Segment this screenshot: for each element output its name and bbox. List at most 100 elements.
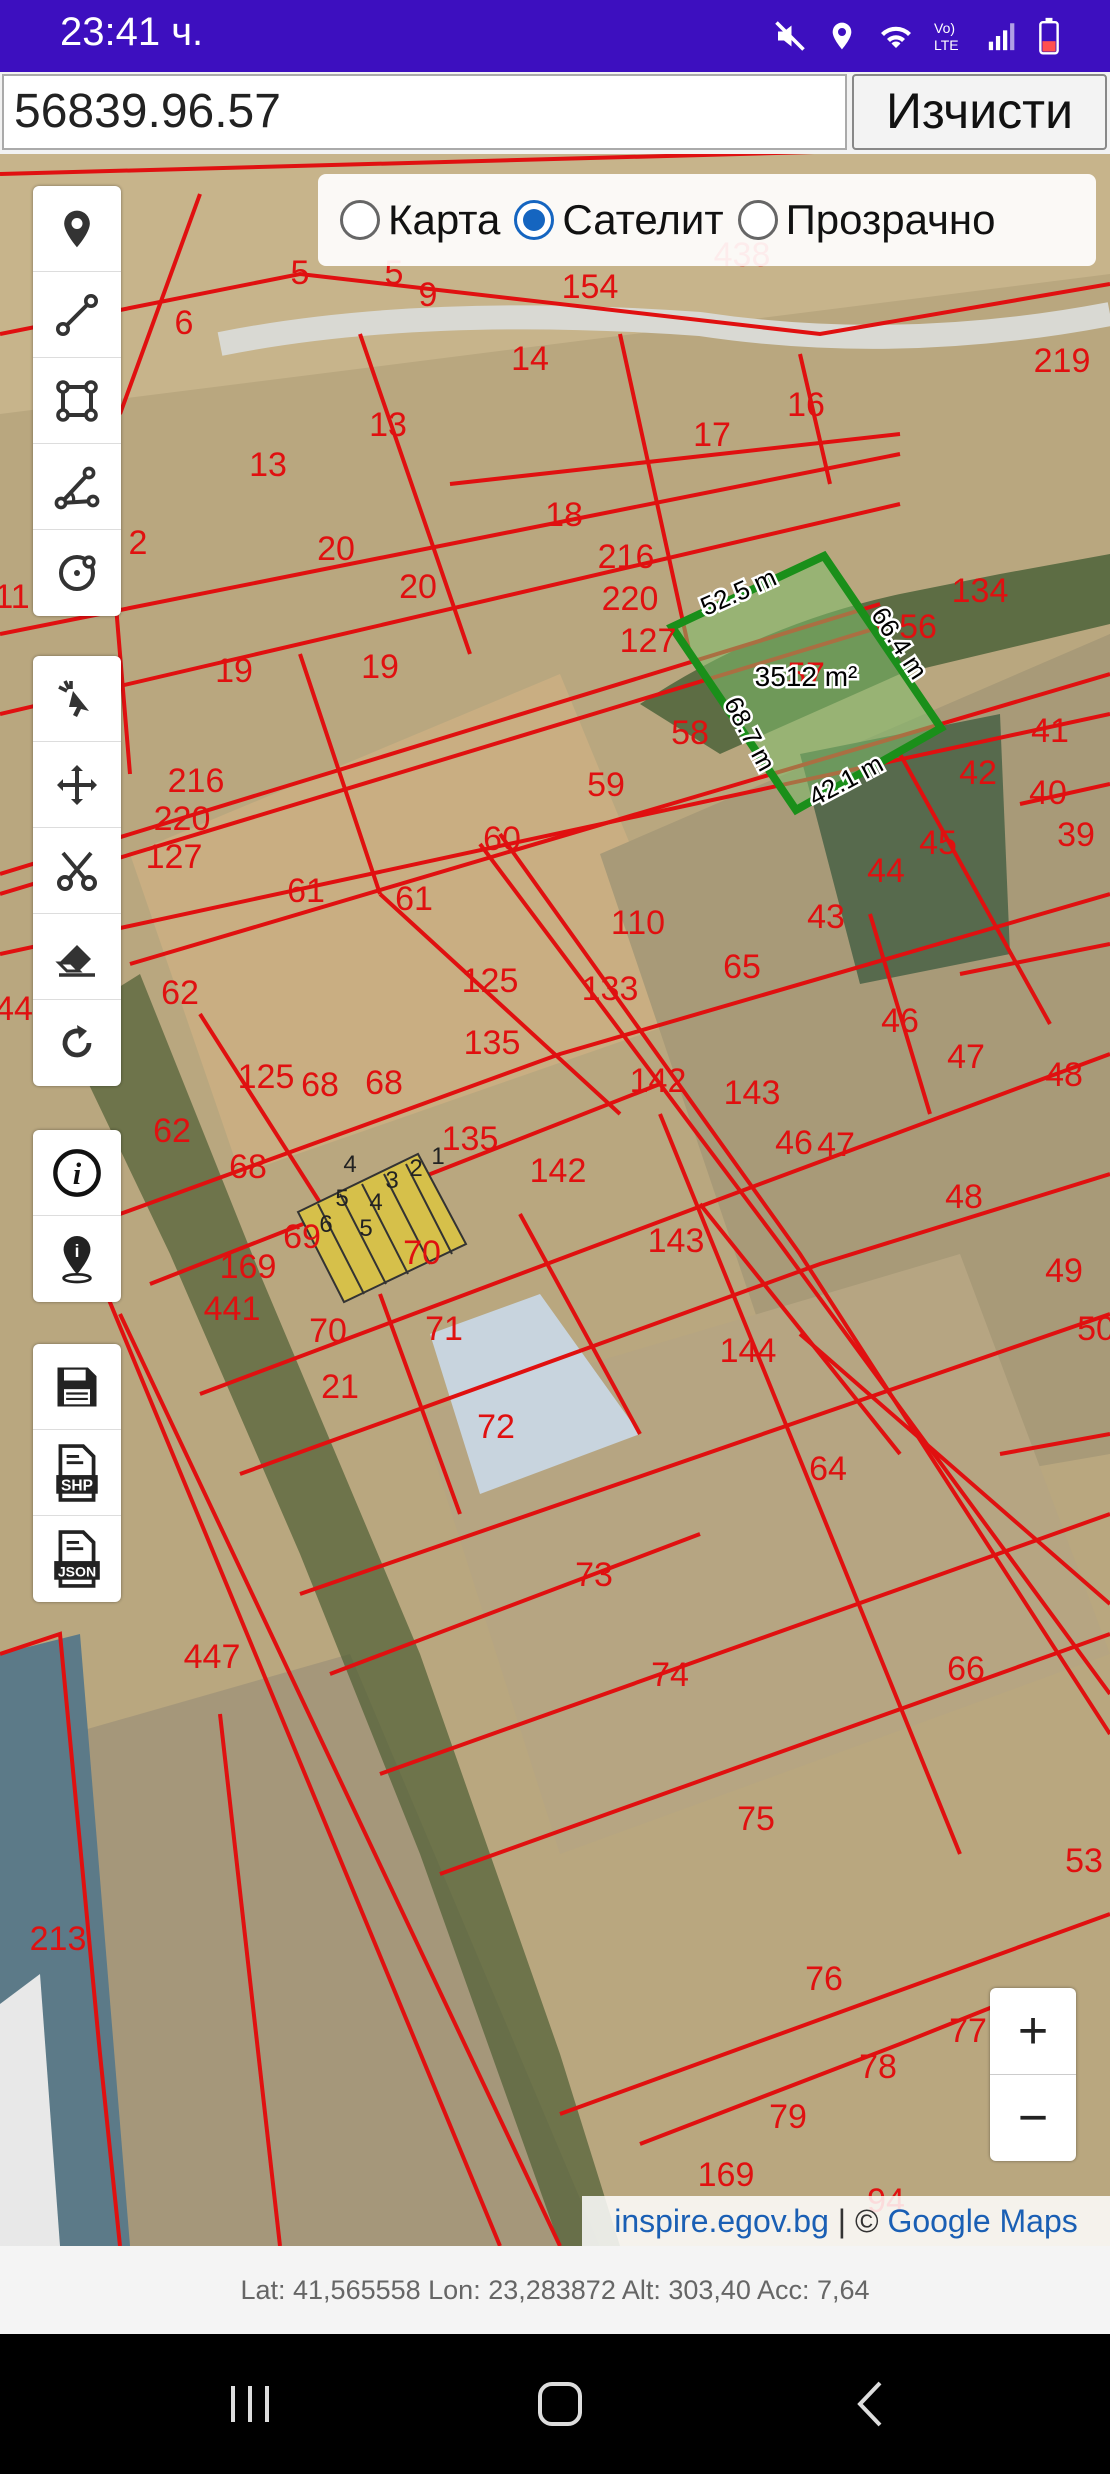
radio-transparent[interactable]: Прозрачно: [737, 196, 995, 244]
svg-text:69: 69: [283, 1218, 321, 1256]
svg-text:i: i: [73, 1156, 82, 1190]
svg-text:49: 49: [1045, 1252, 1083, 1290]
angle-tool[interactable]: [33, 444, 121, 530]
svg-text:5: 5: [291, 254, 310, 292]
svg-text:73: 73: [575, 1556, 613, 1594]
satellite-map[interactable]: 6559 43815414219 13131617 1822020 216220…: [0, 154, 1110, 2246]
google-maps-link[interactable]: Google Maps: [887, 2203, 1077, 2239]
json-file-icon: JSON: [54, 1530, 100, 1588]
export-shp-tool[interactable]: SHP: [33, 1430, 121, 1516]
clock: 23:41 ч.: [60, 10, 204, 54]
recents-button[interactable]: [210, 2364, 290, 2444]
zoom-out-button[interactable]: −: [990, 2075, 1076, 2161]
svg-text:JSON: JSON: [58, 1564, 96, 1580]
svg-text:20: 20: [317, 530, 355, 568]
svg-text:133: 133: [582, 970, 639, 1008]
svg-text:142: 142: [630, 1062, 687, 1100]
radio-map[interactable]: Карта: [340, 196, 500, 244]
eraser-tool[interactable]: [33, 914, 121, 1000]
svg-text:18: 18: [545, 496, 583, 534]
info-tool[interactable]: i: [33, 1130, 121, 1216]
wifi-icon: [881, 26, 911, 48]
svg-text:4: 4: [369, 1189, 382, 1216]
move-icon: [57, 764, 97, 805]
svg-text:127: 127: [620, 622, 677, 660]
svg-text:Vo): Vo): [934, 20, 955, 36]
svg-text:1: 1: [431, 1143, 444, 1170]
svg-text:11: 11: [0, 578, 30, 616]
svg-text:19: 19: [361, 648, 399, 686]
cadastral-id-input[interactable]: 56839.96.57: [2, 74, 847, 150]
rotate-icon: [62, 1025, 92, 1058]
svg-text:64: 64: [809, 1450, 847, 1488]
svg-text:135: 135: [464, 1024, 521, 1062]
svg-text:216: 216: [168, 762, 225, 800]
export-toolbar: SHP JSON: [33, 1344, 121, 1602]
save-tool[interactable]: [33, 1344, 121, 1430]
cut-tool[interactable]: [33, 828, 121, 914]
svg-text:43: 43: [807, 898, 845, 936]
clear-button[interactable]: Изчисти: [852, 74, 1107, 150]
home-button[interactable]: [520, 2364, 600, 2444]
battery-icon: [1039, 17, 1059, 55]
svg-text:66: 66: [947, 1650, 985, 1688]
svg-text:6: 6: [175, 304, 194, 342]
info-icon: i: [53, 1148, 101, 1197]
radio-button-icon[interactable]: [340, 200, 380, 240]
svg-text:125: 125: [462, 962, 519, 1000]
circle-tool[interactable]: [33, 530, 121, 616]
svg-text:50: 50: [1077, 1310, 1110, 1348]
svg-text:60: 60: [483, 820, 521, 858]
svg-text:68: 68: [229, 1148, 267, 1186]
map-view[interactable]: 6559 43815414219 13131617 1822020 216220…: [0, 154, 1110, 2246]
svg-text:61: 61: [395, 880, 433, 918]
svg-text:5: 5: [335, 1185, 348, 1212]
polygon-tool[interactable]: [33, 358, 121, 444]
svg-text:76: 76: [805, 1960, 843, 1998]
svg-text:48: 48: [1045, 1056, 1083, 1094]
svg-text:71: 71: [425, 1310, 463, 1348]
svg-text:169: 169: [220, 1248, 277, 1286]
zoom-control: + −: [990, 1988, 1076, 2161]
map-attribution: inspire.egov.bg | © Google Maps: [582, 2196, 1110, 2246]
svg-text:44: 44: [867, 852, 905, 890]
radio-button-selected-icon[interactable]: [514, 200, 555, 240]
radio-button-icon[interactable]: [737, 200, 778, 240]
shp-file-icon: SHP: [56, 1443, 98, 1502]
inspire-link[interactable]: inspire.egov.bg: [614, 2203, 829, 2239]
eraser-icon: [55, 944, 95, 977]
svg-text:77: 77: [949, 2012, 987, 2050]
svg-text:110: 110: [611, 904, 665, 942]
status-bar: 23:41 ч. Vo) LTE: [0, 0, 1110, 72]
svg-text:2: 2: [129, 524, 148, 562]
rotate-tool[interactable]: [33, 1000, 121, 1086]
svg-text:135: 135: [442, 1120, 499, 1158]
svg-text:68: 68: [365, 1064, 403, 1102]
parcel-area-label: 3512 m²: [755, 661, 858, 692]
zoom-in-button[interactable]: +: [990, 1988, 1076, 2075]
move-tool[interactable]: [33, 742, 121, 828]
svg-text:39: 39: [1057, 816, 1095, 854]
recents-icon: [231, 2386, 269, 2422]
svg-text:5: 5: [359, 1215, 372, 1242]
radio-satellite[interactable]: Сателит: [514, 196, 724, 244]
svg-text:134: 134: [952, 572, 1009, 610]
select-tool[interactable]: [33, 656, 121, 742]
svg-text:40: 40: [1029, 774, 1067, 812]
location-info-tool[interactable]: i: [33, 1216, 121, 1302]
svg-text:70: 70: [309, 1312, 347, 1350]
svg-text:48: 48: [945, 1178, 983, 1216]
svg-text:19: 19: [215, 652, 253, 690]
svg-text:58: 58: [671, 714, 709, 752]
info-toolbar: i i: [33, 1130, 121, 1302]
mute-icon: [775, 21, 805, 51]
svg-text:45: 45: [919, 824, 957, 862]
svg-text:3: 3: [385, 1167, 398, 1194]
svg-text:143: 143: [648, 1222, 705, 1260]
back-button[interactable]: [830, 2364, 910, 2444]
export-json-tool[interactable]: JSON: [33, 1516, 121, 1602]
polyline-tool[interactable]: [33, 272, 121, 358]
marker-tool[interactable]: [33, 186, 121, 272]
svg-text:75: 75: [737, 1800, 775, 1838]
svg-text:78: 78: [859, 2048, 897, 2086]
